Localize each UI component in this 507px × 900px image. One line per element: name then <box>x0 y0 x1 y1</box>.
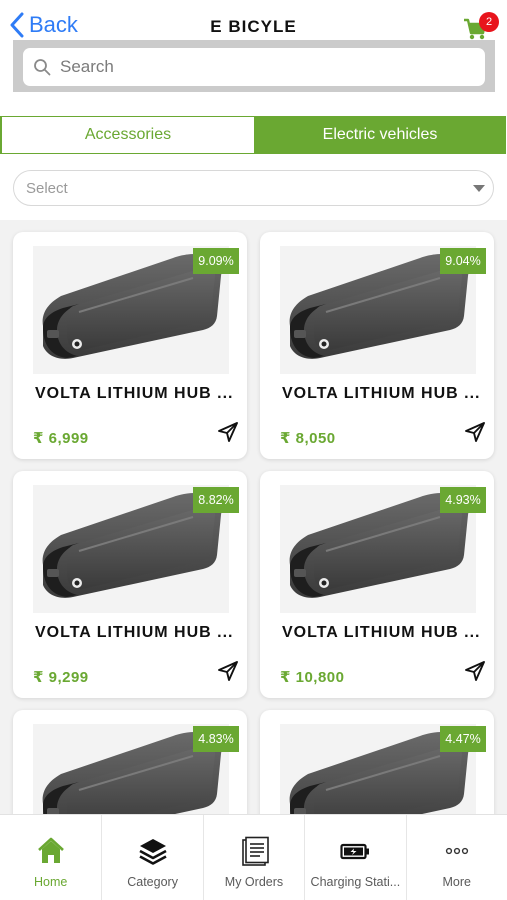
cart-count-badge: 2 <box>479 12 499 32</box>
discount-badge: 4.47% <box>440 726 486 752</box>
tab-electric-vehicles[interactable]: Electric vehicles <box>254 116 506 154</box>
nav-home-label: Home <box>34 875 68 889</box>
product-price: ₹ 8,050 <box>280 430 336 447</box>
filter-select[interactable]: Select <box>13 170 494 206</box>
search-icon <box>34 59 51 76</box>
discount-badge: 4.93% <box>440 487 486 513</box>
orders-icon <box>242 836 269 866</box>
product-card[interactable]: 4.93% VOLTA LITHIUM HUB ... ₹ 10,800 <box>260 471 494 698</box>
send-icon[interactable] <box>217 421 239 443</box>
discount-badge: 9.09% <box>193 248 239 274</box>
product-grid: 9.09% VOLTA LITHIUM HUB ... ₹ 6,999 9.04… <box>0 220 507 814</box>
discount-badge: 8.82% <box>193 487 239 513</box>
send-icon[interactable] <box>464 660 486 682</box>
product-card[interactable]: 4.83% <box>13 710 247 814</box>
product-name: VOLTA LITHIUM HUB ... <box>282 624 481 641</box>
nav-home[interactable]: Home <box>0 815 101 900</box>
bottom-nav: Home Category My Orders Charging Stati..… <box>0 814 507 900</box>
product-price: ₹ 9,299 <box>33 669 89 686</box>
chevron-down-icon <box>473 185 485 192</box>
product-price: ₹ 10,800 <box>280 669 345 686</box>
product-card[interactable]: 9.09% VOLTA LITHIUM HUB ... ₹ 6,999 <box>13 232 247 459</box>
product-name: VOLTA LITHIUM HUB ... <box>35 624 234 641</box>
nav-charging-stations-label: Charging Stati... <box>310 875 401 889</box>
more-icon <box>445 847 468 855</box>
product-price: ₹ 6,999 <box>33 430 89 447</box>
nav-more-label: More <box>442 875 471 889</box>
tab-accessories[interactable]: Accessories <box>0 116 254 154</box>
discount-badge: 9.04% <box>440 248 486 274</box>
filter-select-value: Select <box>26 179 68 197</box>
send-icon[interactable] <box>464 421 486 443</box>
page-title: E BICYLE <box>210 17 297 36</box>
header: Back E BICYLE 2 <box>0 0 507 104</box>
product-name: VOLTA LITHIUM HUB ... <box>282 385 481 402</box>
search-box <box>23 48 485 86</box>
layers-icon <box>138 839 167 865</box>
home-icon <box>37 837 64 863</box>
filter-row: Select <box>0 160 507 220</box>
nav-category-label: Category <box>127 875 178 889</box>
battery-icon <box>340 843 370 860</box>
send-icon[interactable] <box>217 660 239 682</box>
search-bar <box>13 40 495 92</box>
nav-my-orders[interactable]: My Orders <box>202 815 304 900</box>
app-screen: Back E BICYLE 2 Accessories Electric veh… <box>0 0 507 900</box>
nav-more[interactable]: More <box>405 815 507 900</box>
nav-my-orders-label: My Orders <box>224 875 284 889</box>
discount-badge: 4.83% <box>193 726 239 752</box>
product-card[interactable]: 8.82% VOLTA LITHIUM HUB ... ₹ 9,299 <box>13 471 247 698</box>
product-card[interactable]: 9.04% VOLTA LITHIUM HUB ... ₹ 8,050 <box>260 232 494 459</box>
product-card[interactable]: 4.47% <box>260 710 494 814</box>
search-input[interactable] <box>60 57 440 77</box>
nav-category[interactable]: Category <box>101 815 202 900</box>
product-name: VOLTA LITHIUM HUB ... <box>35 385 234 402</box>
nav-charging-stations[interactable]: Charging Stati... <box>304 815 405 900</box>
